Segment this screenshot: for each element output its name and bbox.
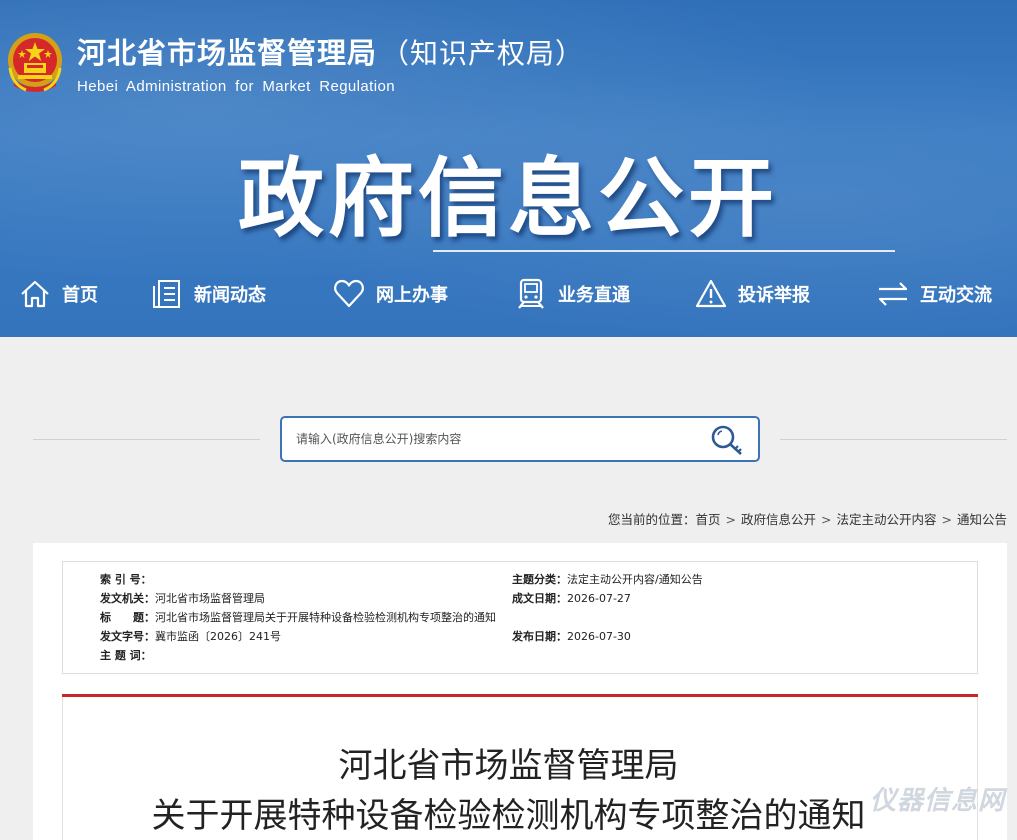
meta-title-value: 河北省市场监督管理局关于开展特种设备检验检测机构专项整治的通知 <box>155 611 496 624</box>
meta-written-key: 成文日期： <box>512 592 567 605</box>
banner-divider <box>433 250 895 252</box>
search-key-icon[interactable] <box>710 424 744 456</box>
heart-icon <box>334 279 364 308</box>
breadcrumb-separator: > <box>725 512 736 527</box>
site-header: 河北省市场监督管理局 （知识产权局） Hebei Administration f… <box>0 0 1017 337</box>
meta-title-key: 标 题： <box>100 611 155 624</box>
banner-title: 政府信息公开 <box>238 149 778 249</box>
nav-label: 网上办事 <box>376 285 448 306</box>
nav-label: 投诉举报 <box>738 285 810 306</box>
nav-item-complaint[interactable]: 投诉举报 <box>694 268 810 320</box>
agency-name-en: Hebei Administration for Market Regulati… <box>77 78 395 95</box>
search-left-rule <box>33 439 260 440</box>
search-box <box>280 416 760 462</box>
watermark: 仪器信息网 <box>870 786 1006 816</box>
agency-name-suffix: （知识产权局） <box>381 37 585 70</box>
document-title-line2: 关于开展特种设备检验检测机构专项整治的通知 <box>151 796 866 836</box>
meta-doc-no-value: 冀市监函〔2026〕241号 <box>155 630 281 643</box>
exchange-icon <box>878 282 908 306</box>
meta-doc-no-key: 发文字号： <box>100 630 155 643</box>
agency-name: 河北省市场监督管理局 （知识产权局） <box>77 30 584 72</box>
nav-item-home[interactable]: 首页 <box>18 268 98 320</box>
nav-item-business[interactable]: 业务直通 <box>514 268 630 320</box>
meta-published-date: 发布日期：2026-07-30 <box>512 630 631 644</box>
meta-issuer-key: 发文机关： <box>100 592 155 605</box>
search-input[interactable] <box>296 418 696 460</box>
nav-label: 互动交流 <box>920 285 992 306</box>
nav-item-interaction[interactable]: 互动交流 <box>876 268 992 320</box>
meta-written-value: 2026-07-27 <box>567 592 631 605</box>
meta-title: 标 题：河北省市场监督管理局关于开展特种设备检验检测机构专项整治的通知 <box>100 611 496 625</box>
national-emblem-icon <box>8 33 62 92</box>
document-title-line1: 河北省市场监督管理局 <box>338 746 679 786</box>
nav-label: 业务直通 <box>558 285 630 306</box>
nav-label: 首页 <box>62 285 98 306</box>
main-nav: 首页 新闻动态 网上办事 业务直通 投诉举报 互动交流 <box>0 268 1017 320</box>
meta-published-key: 发布日期： <box>512 630 567 643</box>
meta-category-value: 法定主动公开内容/通知公告 <box>567 573 703 586</box>
meta-issuer-value: 河北省市场监督管理局 <box>155 592 265 605</box>
meta-index: 索 引 号： <box>100 573 152 587</box>
train-icon <box>518 278 544 309</box>
breadcrumb-prefix: 您当前的位置： <box>607 512 696 527</box>
home-icon <box>21 280 49 308</box>
agency-name-cn: 河北省市场监督管理局 <box>77 36 378 70</box>
meta-doc-no: 发文字号：冀市监函〔2026〕241号 <box>100 630 281 644</box>
breadcrumb: 您当前的位置：首页 > 政府信息公开 > 法定主动公开内容 > 通知公告 <box>608 509 1007 528</box>
news-icon <box>153 280 180 308</box>
meta-category-key: 主题分类： <box>512 573 567 586</box>
meta-category: 主题分类：法定主动公开内容/通知公告 <box>512 573 703 587</box>
nav-label: 新闻动态 <box>194 285 266 306</box>
document-metadata-table: 索 引 号： 发文机关：河北省市场监督管理局 标 题：河北省市场监督管理局关于开… <box>62 561 978 674</box>
breadcrumb-gov-info[interactable]: 政府信息公开 <box>741 512 816 527</box>
breadcrumb-home[interactable]: 首页 <box>695 512 720 527</box>
nav-item-online-service[interactable]: 网上办事 <box>332 268 448 320</box>
breadcrumb-statutory[interactable]: 法定主动公开内容 <box>836 512 936 527</box>
meta-subject-key: 主 题 词： <box>100 649 152 662</box>
meta-subject: 主 题 词： <box>100 649 152 663</box>
nav-item-news[interactable]: 新闻动态 <box>150 268 266 320</box>
breadcrumb-separator: > <box>821 512 832 527</box>
breadcrumb-notices[interactable]: 通知公告 <box>957 512 1007 527</box>
meta-issuer: 发文机关：河北省市场监督管理局 <box>100 592 265 606</box>
breadcrumb-separator: > <box>941 512 952 527</box>
meta-written-date: 成文日期：2026-07-27 <box>512 592 631 606</box>
search-right-rule <box>780 439 1007 440</box>
warning-icon <box>695 279 727 308</box>
meta-published-value: 2026-07-30 <box>567 630 631 643</box>
meta-index-key: 索 引 号： <box>100 573 152 586</box>
